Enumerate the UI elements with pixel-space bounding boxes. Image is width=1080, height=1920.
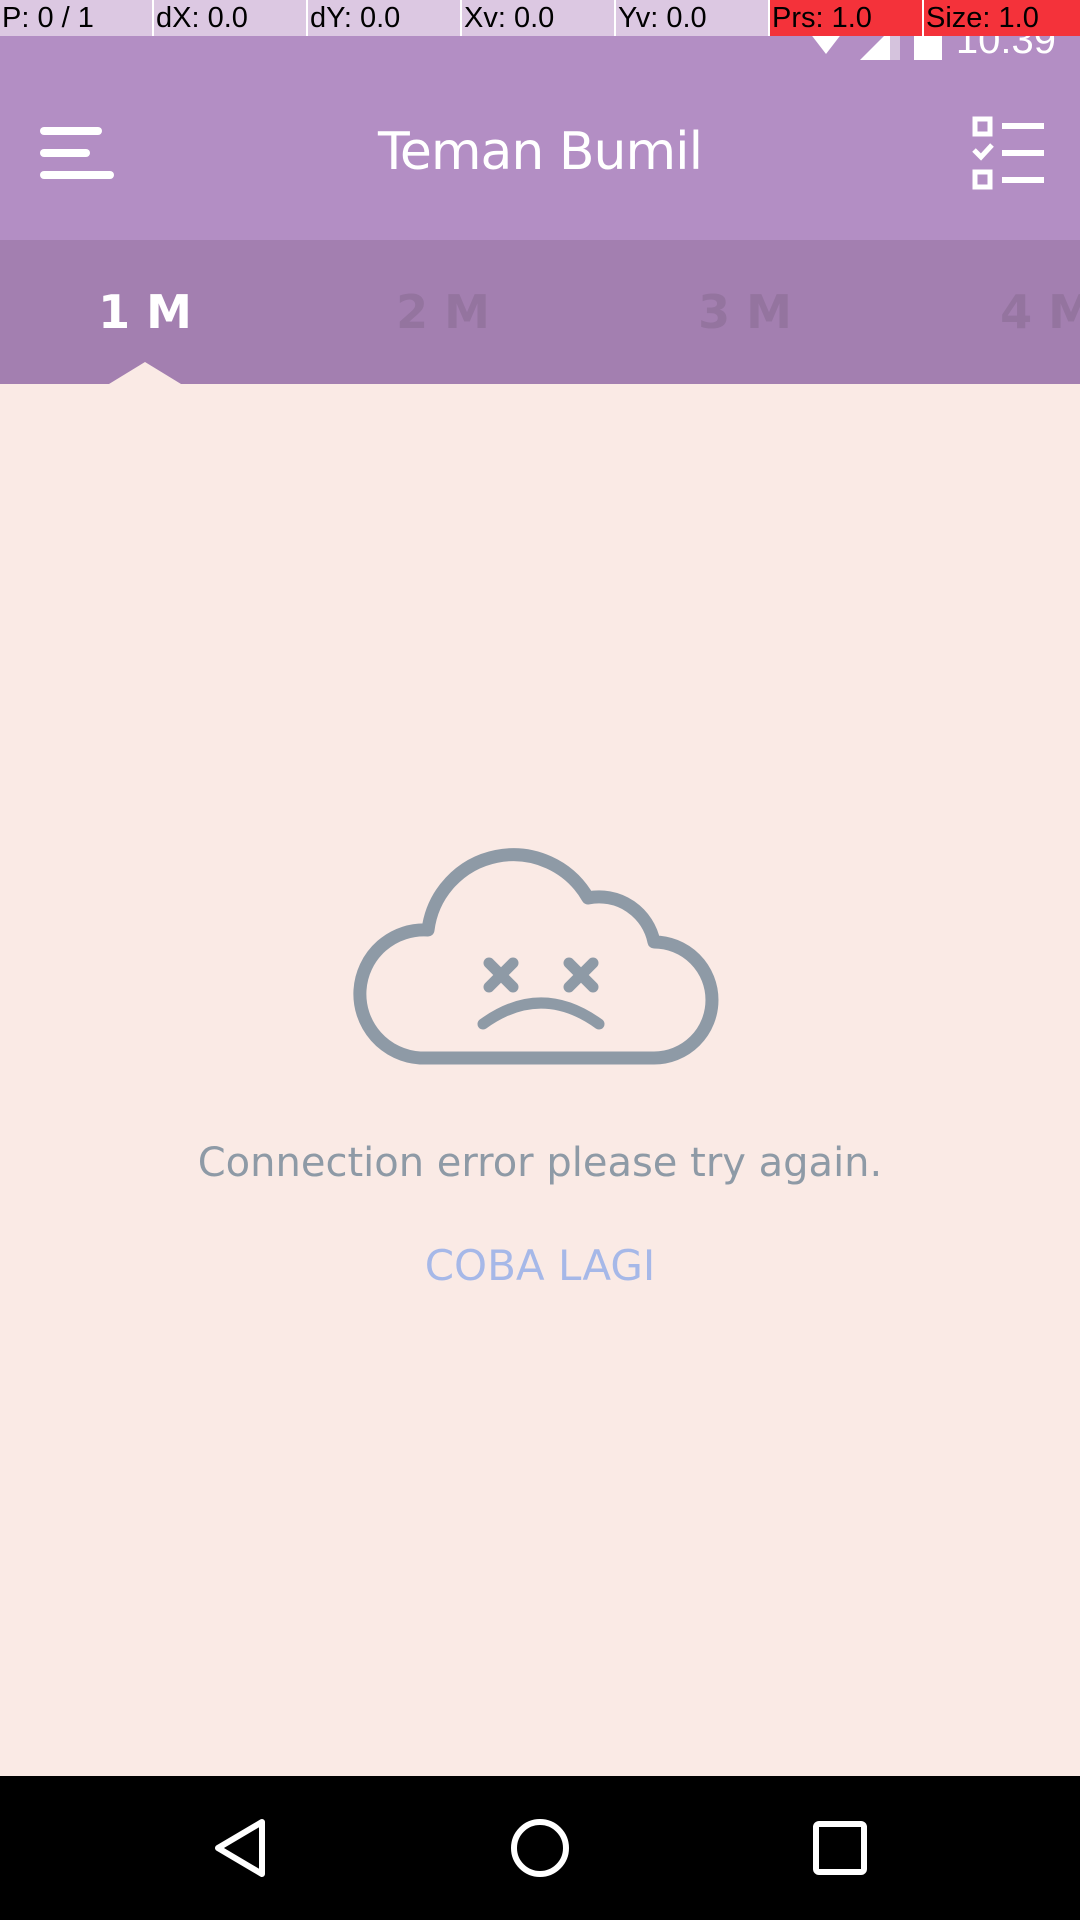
tab-4m[interactable]: 4 M [897, 240, 1080, 384]
pointer-cell-yv: Yv: 0.0 [616, 0, 770, 36]
tab-3m[interactable]: 3 M [595, 240, 895, 384]
recents-icon [813, 1821, 867, 1875]
pointer-cell-prs: Prs: 1.0 [770, 0, 924, 36]
app-title: Teman Bumil [377, 122, 703, 182]
recents-button[interactable] [790, 1798, 890, 1898]
home-icon [511, 1819, 569, 1877]
tab-2m[interactable]: 2 M [293, 240, 593, 384]
dead-cloud-icon [353, 848, 719, 1065]
pointer-cell-p: P: 0 / 1 [0, 0, 154, 36]
pointer-cell-xv: Xv: 0.0 [462, 0, 616, 36]
app-bar: Teman Bumil [0, 72, 1080, 240]
error-message: Connection error please try again. [197, 1140, 883, 1186]
back-button[interactable] [190, 1798, 290, 1898]
navigation-bar [0, 1776, 1080, 1920]
back-icon [215, 1819, 265, 1877]
pointer-cell-dy: dY: 0.0 [308, 0, 462, 36]
home-button[interactable] [490, 1798, 590, 1898]
content-area: Connection error please try again. COBA … [0, 384, 1080, 1776]
tab-indicator [109, 362, 181, 384]
pointer-location-overlay: P: 0 / 1 dX: 0.0 dY: 0.0 Xv: 0.0 Yv: 0.0… [0, 0, 1080, 36]
checklist-icon [972, 116, 1044, 190]
tab-bar: 1 M 2 M 3 M 4 M [0, 240, 1080, 384]
pointer-cell-size: Size: 1.0 [924, 0, 1080, 36]
retry-button[interactable]: COBA LAGI [340, 1230, 740, 1302]
pointer-cell-dx: dX: 0.0 [154, 0, 308, 36]
checklist-button[interactable] [964, 108, 1054, 198]
